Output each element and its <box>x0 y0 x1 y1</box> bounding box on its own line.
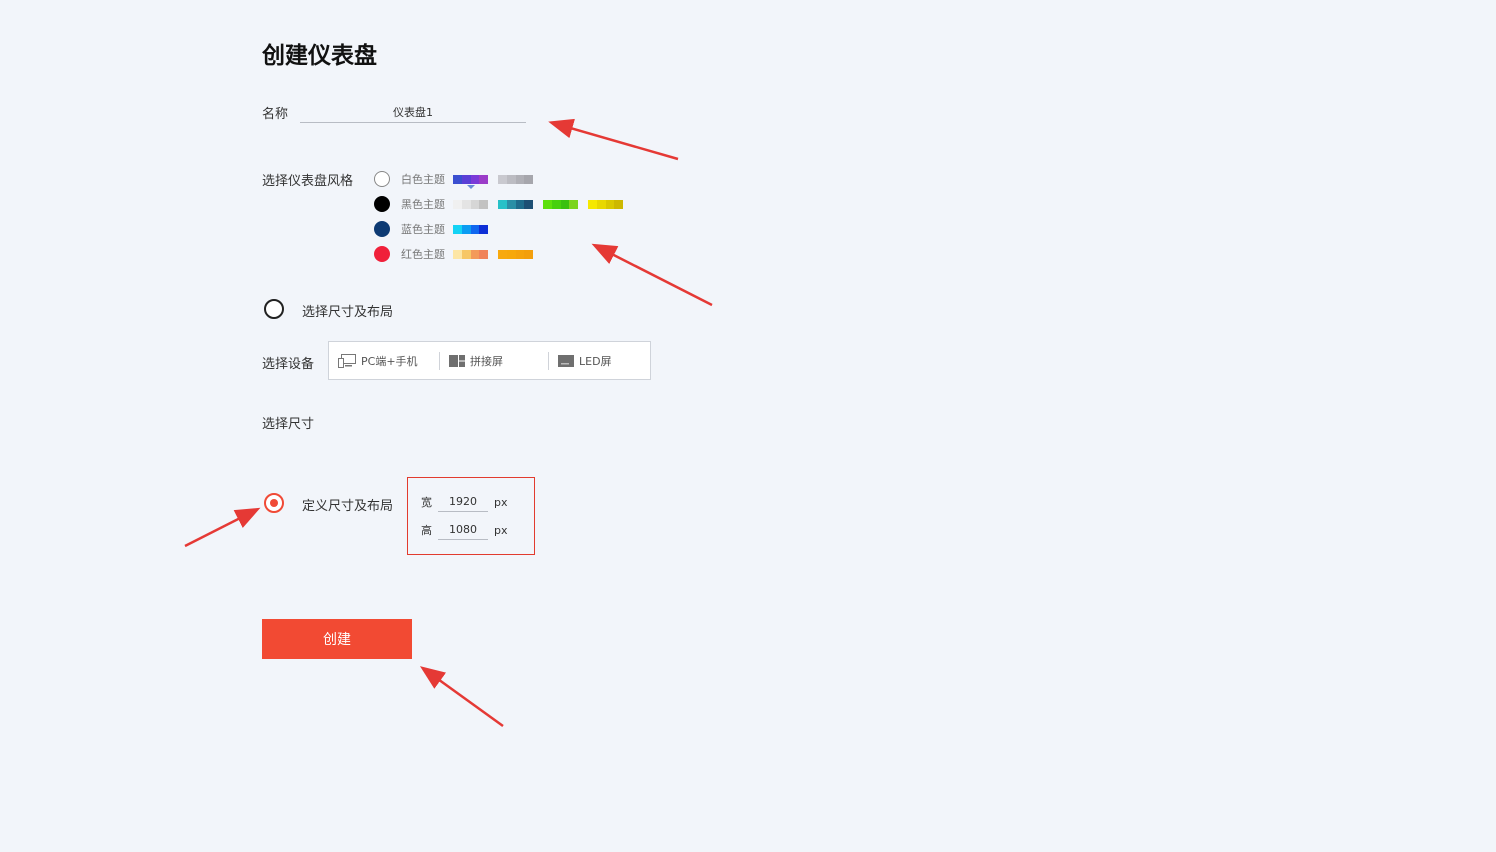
selected-palette-marker-icon <box>467 184 475 189</box>
color-swatch <box>614 199 623 209</box>
annotation-arrows <box>184 118 713 728</box>
theme-radio[interactable] <box>374 221 390 237</box>
color-swatch <box>515 174 525 184</box>
height-unit: px <box>494 523 508 537</box>
device-label-splice: 拼接屏 <box>470 354 503 368</box>
theme-name: 蓝色主题 <box>401 223 445 236</box>
color-palette-swatch[interactable] <box>453 199 488 209</box>
height-label: 高 <box>421 524 432 537</box>
color-swatch <box>479 224 488 234</box>
theme-palettes <box>453 199 633 209</box>
theme-name: 白色主题 <box>401 173 445 186</box>
color-swatch <box>506 249 516 259</box>
splice-screen-icon <box>449 354 465 367</box>
color-swatch <box>479 174 488 184</box>
color-swatch <box>461 199 471 209</box>
color-swatch <box>470 224 480 234</box>
color-swatch <box>551 199 561 209</box>
arrow-to-create <box>419 666 504 728</box>
color-swatch <box>453 174 462 184</box>
theme-option-2[interactable]: 蓝色主题 <box>374 220 498 238</box>
device-option-splice[interactable]: 拼接屏 <box>439 351 548 370</box>
color-palette-swatch[interactable] <box>498 174 533 184</box>
color-palette-swatch[interactable] <box>588 199 623 209</box>
color-palette-swatch[interactable] <box>453 224 488 234</box>
color-swatch <box>461 224 471 234</box>
color-swatch <box>515 249 525 259</box>
theme-radio[interactable] <box>374 196 390 212</box>
arrow-to-custom <box>184 507 261 548</box>
name-label: 名称 <box>262 107 289 122</box>
color-palette-swatch[interactable] <box>543 199 578 209</box>
custom-size-radio[interactable] <box>264 493 284 513</box>
color-swatch <box>498 199 507 209</box>
theme-option-3[interactable]: 红色主题 <box>374 245 543 263</box>
color-swatch <box>543 199 552 209</box>
color-swatch <box>560 199 570 209</box>
color-swatch <box>506 199 516 209</box>
theme-radio[interactable] <box>374 171 390 187</box>
color-swatch <box>569 199 578 209</box>
color-swatch <box>461 174 471 184</box>
device-label-led: LED屏 <box>579 354 612 368</box>
layout-option-label[interactable]: 选择尺寸及布局 <box>302 301 393 320</box>
width-input[interactable] <box>438 492 488 512</box>
color-palette-swatch[interactable] <box>498 249 533 259</box>
arrow-to-themes <box>591 243 713 307</box>
device-label-pc-phone: PC端+手机 <box>361 354 418 368</box>
width-label: 宽 <box>421 496 432 509</box>
custom-option-label[interactable]: 定义尺寸及布局 <box>302 495 393 514</box>
style-label: 选择仪表盘风格 <box>262 174 354 189</box>
layout-radio[interactable] <box>264 299 284 319</box>
theme-name: 黑色主题 <box>401 198 445 211</box>
device-option-pc-phone[interactable]: PC端+手机 <box>329 352 439 370</box>
arrow-to-name <box>548 118 679 161</box>
color-swatch <box>498 249 507 259</box>
theme-option-1[interactable]: 黑色主题 <box>374 195 633 213</box>
theme-name: 红色主题 <box>401 248 445 261</box>
color-swatch <box>506 174 516 184</box>
color-swatch <box>524 174 533 184</box>
height-input[interactable] <box>438 520 488 540</box>
name-input[interactable] <box>300 101 526 123</box>
color-swatch <box>605 199 615 209</box>
color-swatch <box>470 174 480 184</box>
color-palette-swatch[interactable] <box>453 174 488 189</box>
create-button[interactable]: 创建 <box>262 619 412 659</box>
color-swatch <box>596 199 606 209</box>
color-swatch <box>453 199 462 209</box>
theme-palettes <box>453 249 543 259</box>
color-swatch <box>453 224 462 234</box>
device-option-led[interactable]: LED屏 <box>548 351 648 370</box>
color-palette-swatch[interactable] <box>453 249 488 259</box>
device-selector: PC端+手机 拼接屏 LED屏 <box>328 341 651 380</box>
led-screen-icon <box>558 354 574 367</box>
device-label: 选择设备 <box>262 357 315 372</box>
theme-palettes <box>453 224 498 234</box>
theme-palettes <box>453 174 543 189</box>
color-swatch <box>479 199 488 209</box>
color-swatch <box>453 249 462 259</box>
color-swatch <box>498 174 507 184</box>
pc-phone-icon <box>338 353 356 368</box>
color-swatch <box>524 249 533 259</box>
width-unit: px <box>494 495 508 509</box>
theme-option-0[interactable]: 白色主题 <box>374 170 543 189</box>
color-swatch <box>479 249 488 259</box>
size-label: 选择尺寸 <box>262 417 315 432</box>
color-palette-swatch[interactable] <box>498 199 533 209</box>
theme-radio[interactable] <box>374 246 390 262</box>
color-swatch <box>470 249 480 259</box>
page-title: 创建仪表盘 <box>262 43 377 69</box>
color-swatch <box>470 199 480 209</box>
color-swatch <box>515 199 525 209</box>
color-swatch <box>524 199 533 209</box>
custom-size-box: 宽 px 高 px <box>407 477 535 555</box>
color-swatch <box>461 249 471 259</box>
color-swatch <box>588 199 597 209</box>
